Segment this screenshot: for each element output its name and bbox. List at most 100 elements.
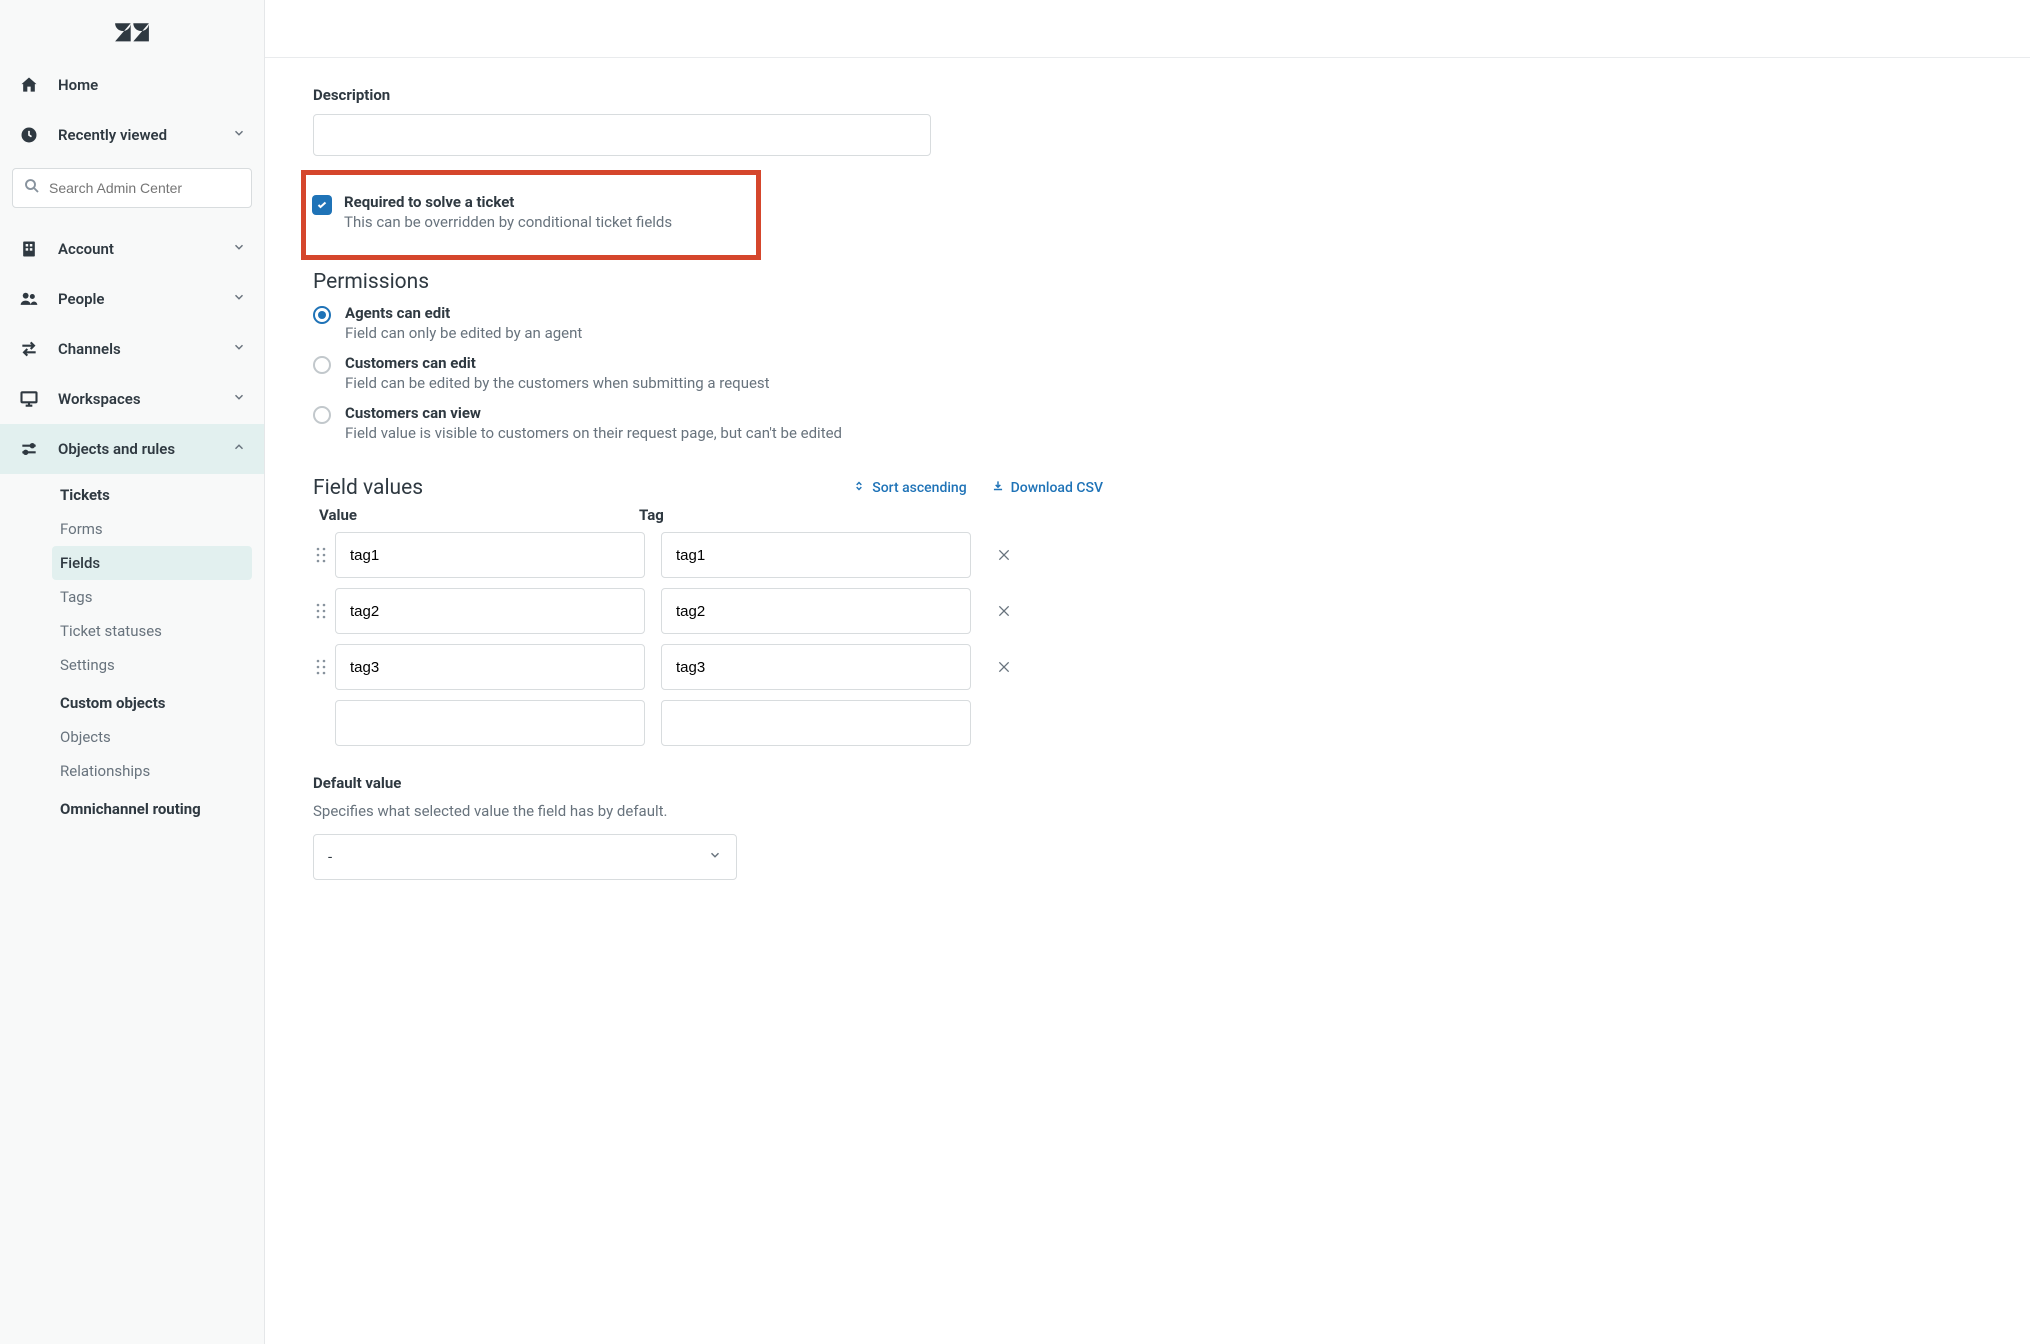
required-label: Required to solve a ticket — [344, 193, 672, 211]
search-icon — [23, 177, 41, 199]
tag-input[interactable] — [661, 532, 971, 578]
chevron-down-icon — [232, 240, 246, 258]
people-icon — [18, 288, 40, 310]
field-values-rows — [313, 532, 1425, 690]
sub-head-custom-objects: Custom objects — [0, 682, 264, 720]
drag-handle-icon[interactable] — [313, 659, 329, 675]
sidebar-label: Recently viewed — [58, 126, 167, 144]
sidebar-item-people[interactable]: People — [0, 274, 264, 324]
chevron-down-icon — [232, 126, 246, 144]
sidebar-label: Home — [58, 76, 98, 94]
description-input[interactable] — [313, 114, 931, 156]
chevron-down-icon — [232, 290, 246, 308]
radio-label: Customers can edit — [345, 354, 770, 372]
required-checkbox[interactable] — [312, 195, 332, 215]
radio-agents[interactable] — [313, 306, 331, 324]
logo-wrap — [0, 0, 264, 60]
sub-link-settings[interactable]: Settings — [0, 648, 252, 682]
radio-customers-edit[interactable] — [313, 356, 331, 374]
sub-link-forms[interactable]: Forms — [0, 512, 252, 546]
permission-customers-view[interactable]: Customers can view Field value is visibl… — [313, 404, 1425, 442]
radio-label: Agents can edit — [345, 304, 582, 322]
required-desc: This can be overridden by conditional ti… — [344, 213, 672, 231]
value-input[interactable] — [335, 532, 645, 578]
tag-input[interactable] — [661, 644, 971, 690]
sub-link-tags[interactable]: Tags — [0, 580, 252, 614]
field-values-columns: Value Tag — [313, 506, 953, 524]
value-input-empty[interactable] — [335, 700, 645, 746]
sort-icon — [852, 479, 866, 497]
default-value-section: Default value Specifies what selected va… — [313, 774, 1425, 880]
sort-ascending-button[interactable]: Sort ascending — [852, 479, 966, 497]
sub-link-objects[interactable]: Objects — [0, 720, 252, 754]
default-label: Default value — [313, 774, 1425, 792]
permissions-title: Permissions — [313, 270, 1425, 294]
sort-label: Sort ascending — [872, 480, 966, 496]
sidebar-label: Account — [58, 240, 114, 258]
remove-row-button[interactable] — [989, 540, 1019, 570]
search-wrap — [0, 160, 264, 224]
sidebar-item-workspaces[interactable]: Workspaces — [0, 374, 264, 424]
chevron-down-icon — [232, 340, 246, 358]
arrows-icon — [18, 338, 40, 360]
col-tag-header: Tag — [639, 506, 953, 524]
chevron-up-icon — [232, 440, 246, 458]
radio-desc: Field can be edited by the customers whe… — [345, 374, 770, 392]
sub-link-ticket-statuses[interactable]: Ticket statuses — [0, 614, 252, 648]
home-icon — [18, 74, 40, 96]
topbar — [265, 0, 2030, 58]
main-area: Description Required to solve a ticket T… — [265, 0, 2030, 1344]
permission-customers-edit[interactable]: Customers can edit Field can be edited b… — [313, 354, 1425, 392]
drag-handle-icon[interactable] — [313, 603, 329, 619]
download-label: Download CSV — [1011, 480, 1103, 496]
sub-link-fields[interactable]: Fields — [52, 546, 252, 580]
chevron-down-icon — [708, 848, 722, 866]
required-to-solve-row[interactable]: Required to solve a ticket This can be o… — [312, 193, 746, 231]
sidebar-item-channels[interactable]: Channels — [0, 324, 264, 374]
sidebar-item-home[interactable]: Home — [0, 60, 264, 110]
value-input[interactable] — [335, 644, 645, 690]
content: Description Required to solve a ticket T… — [265, 58, 1465, 940]
download-csv-button[interactable]: Download CSV — [991, 479, 1103, 497]
sidebar-sublist: Tickets Forms Fields Tags Ticket statuse… — [0, 474, 264, 836]
description-label: Description — [313, 86, 1425, 104]
radio-label: Customers can view — [345, 404, 842, 422]
sidebar-item-account[interactable]: Account — [0, 224, 264, 274]
sidebar-label: Objects and rules — [58, 440, 175, 458]
sliders-icon — [18, 438, 40, 460]
sub-head-omnichannel: Omnichannel routing — [0, 788, 264, 826]
sidebar-label: Channels — [58, 340, 121, 358]
search-input[interactable] — [49, 180, 241, 196]
sidebar-label: Workspaces — [58, 390, 141, 408]
sub-link-relationships[interactable]: Relationships — [0, 754, 252, 788]
field-values-header: Field values Sort ascending Download CSV — [313, 476, 1103, 500]
default-value-select[interactable]: - — [313, 834, 737, 880]
tag-input-empty[interactable] — [661, 700, 971, 746]
field-values-title: Field values — [313, 476, 828, 500]
default-value-selected: - — [328, 848, 708, 866]
monitor-icon — [18, 388, 40, 410]
permission-agents[interactable]: Agents can edit Field can only be edited… — [313, 304, 1425, 342]
default-desc: Specifies what selected value the field … — [313, 802, 1425, 820]
radio-desc: Field value is visible to customers on t… — [345, 424, 842, 442]
tag-input[interactable] — [661, 588, 971, 634]
sidebar: Home Recently viewed Account People — [0, 0, 265, 1344]
chevron-down-icon — [232, 390, 246, 408]
search-box[interactable] — [12, 168, 252, 208]
drag-handle-icon[interactable] — [313, 547, 329, 563]
radio-desc: Field can only be edited by an agent — [345, 324, 582, 342]
remove-row-button[interactable] — [989, 652, 1019, 682]
sidebar-label: People — [58, 290, 105, 308]
value-input[interactable] — [335, 588, 645, 634]
remove-row-button[interactable] — [989, 596, 1019, 626]
sub-head-tickets: Tickets — [0, 474, 264, 512]
zendesk-logo-icon — [115, 18, 149, 48]
radio-customers-view[interactable] — [313, 406, 331, 424]
sidebar-item-recent[interactable]: Recently viewed — [0, 110, 264, 160]
field-value-row-empty — [313, 700, 1425, 746]
field-value-row — [313, 644, 1425, 690]
sidebar-item-objects-rules[interactable]: Objects and rules — [0, 424, 264, 474]
clock-icon — [18, 124, 40, 146]
download-icon — [991, 479, 1005, 497]
field-value-row — [313, 588, 1425, 634]
